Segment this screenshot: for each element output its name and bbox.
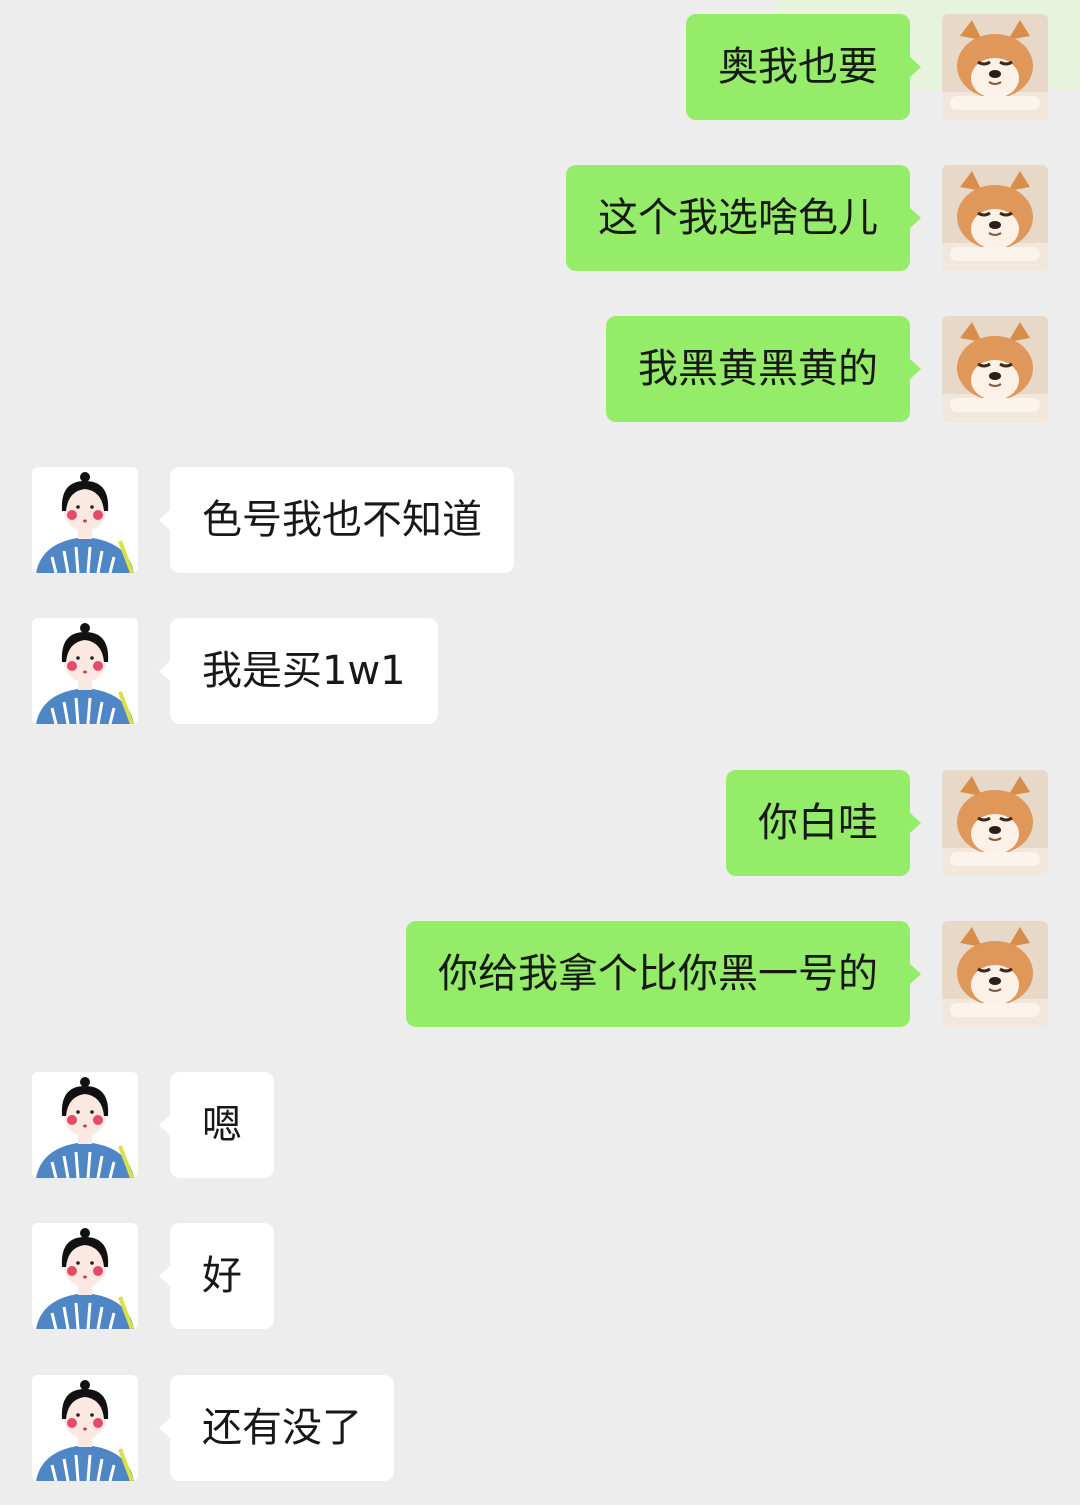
message-row-sent: 奥我也要 (0, 14, 1080, 120)
message-row-received: 我是买1w1 (0, 618, 1080, 724)
message-bubble-sent[interactable]: 我黑黄黑黄的 (606, 316, 921, 422)
shiba-dog-icon (942, 14, 1048, 120)
shiba-dog-avatar[interactable] (942, 770, 1048, 876)
message-bubble-sent[interactable]: 你白哇 (726, 770, 921, 876)
cartoon-girl-avatar[interactable] (32, 467, 138, 573)
message-row-sent: 你给我拿个比你黑一号的 (0, 921, 1080, 1027)
message-row-sent: 这个我选啥色儿 (0, 165, 1080, 271)
message-bubble-sent[interactable]: 这个我选啥色儿 (566, 165, 921, 271)
message-bubble-received[interactable]: 好 (159, 1223, 274, 1329)
message-row-received: 嗯 (0, 1072, 1080, 1178)
message-bubble-sent[interactable]: 奥我也要 (686, 14, 921, 120)
message-bubble-sent[interactable]: 你给我拿个比你黑一号的 (406, 921, 921, 1027)
shiba-dog-avatar[interactable] (942, 921, 1048, 1027)
shiba-dog-icon (942, 921, 1048, 1027)
cartoon-girl-icon (32, 1375, 138, 1481)
cartoon-girl-avatar[interactable] (32, 618, 138, 724)
shiba-dog-avatar[interactable] (942, 14, 1048, 120)
shiba-dog-icon (942, 165, 1048, 271)
shiba-dog-icon (942, 316, 1048, 422)
cartoon-girl-avatar[interactable] (32, 1223, 138, 1329)
message-row-received: 还有没了 (0, 1375, 1080, 1481)
message-bubble-received[interactable]: 色号我也不知道 (159, 467, 514, 573)
cartoon-girl-icon (32, 1072, 138, 1178)
cartoon-girl-avatar[interactable] (32, 1072, 138, 1178)
cartoon-girl-icon (32, 618, 138, 724)
message-bubble-received[interactable]: 嗯 (159, 1072, 274, 1178)
cartoon-girl-icon (32, 1223, 138, 1329)
cartoon-girl-avatar[interactable] (32, 1375, 138, 1481)
message-bubble-received[interactable]: 我是买1w1 (159, 618, 438, 724)
message-row-sent: 我黑黄黑黄的 (0, 316, 1080, 422)
cartoon-girl-icon (32, 467, 138, 573)
message-row-sent: 你白哇 (0, 770, 1080, 876)
message-bubble-received[interactable]: 还有没了 (159, 1375, 394, 1481)
shiba-dog-icon (942, 770, 1048, 876)
shiba-dog-avatar[interactable] (942, 165, 1048, 271)
chat-window: 奥我也要 这个我选啥色儿 我黑黄黑黄的 色号我也不知道 我是买1w1 你白哇 你… (0, 0, 1080, 1505)
message-row-received: 色号我也不知道 (0, 467, 1080, 573)
shiba-dog-avatar[interactable] (942, 316, 1048, 422)
message-row-received: 好 (0, 1223, 1080, 1329)
